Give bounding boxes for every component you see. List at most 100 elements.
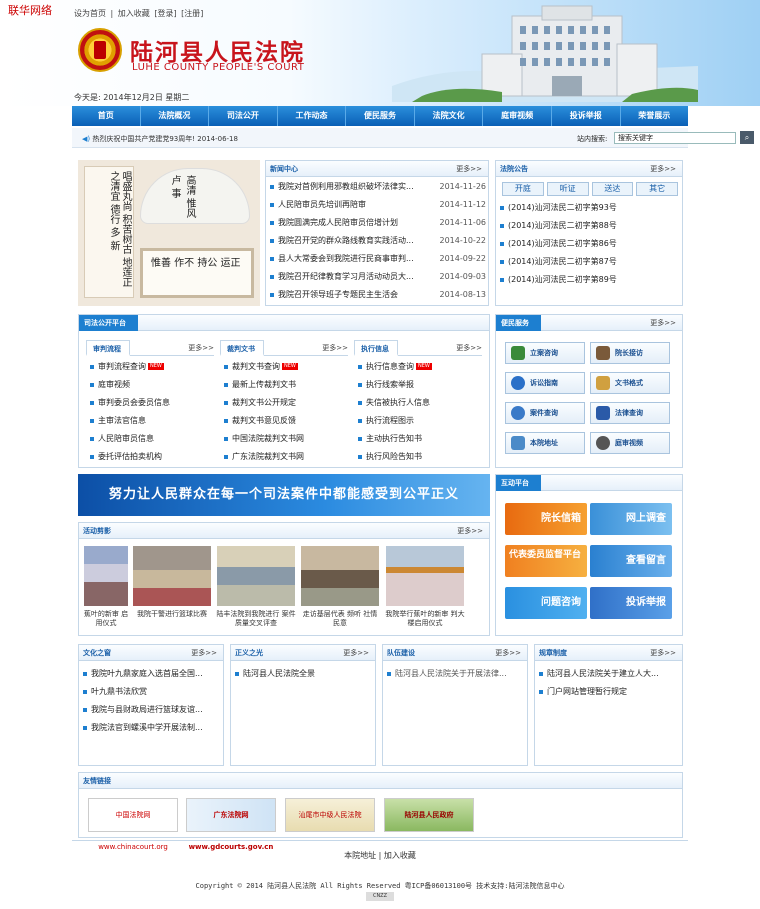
- nav-home[interactable]: 首页: [72, 106, 141, 126]
- set-homepage-link[interactable]: 设为首页: [74, 9, 106, 18]
- activity-caption[interactable]: 我院举行蕉叶的新审 判大楼启用仪式: [385, 610, 465, 628]
- list-item[interactable]: (2014)汕河法民二初字第93号: [496, 199, 682, 217]
- tab-service[interactable]: 送达: [591, 182, 634, 196]
- service-president-reception-button[interactable]: 院长接访: [590, 342, 670, 364]
- list-item[interactable]: 失信被执行人信息: [354, 394, 482, 412]
- question-consult-button[interactable]: 问题咨询: [505, 587, 587, 619]
- search-input[interactable]: 搜索关键字: [614, 132, 736, 144]
- login-link[interactable]: [登录]: [154, 9, 176, 18]
- service-doc-format-button[interactable]: 文书格式: [590, 372, 670, 394]
- activity-caption[interactable]: 走访基层代表 频听 社情民意: [300, 610, 380, 628]
- trial-process-title[interactable]: 审判流程: [86, 340, 130, 356]
- activities-more-link[interactable]: 更多>>: [457, 526, 483, 536]
- service-law-query-button[interactable]: 法律查询: [590, 402, 670, 424]
- search-button[interactable]: ⌕: [740, 131, 754, 144]
- list-item[interactable]: 我院与县财政局进行篮球友谊...: [79, 701, 223, 719]
- nav-judicial-openness[interactable]: 司法公开: [209, 106, 278, 126]
- friend-link-luhe-government[interactable]: 陆河县人民政府: [384, 798, 474, 832]
- notice-more-link[interactable]: 更多>>: [650, 164, 676, 174]
- list-item[interactable]: 执行信息查询 NEW: [354, 358, 482, 376]
- list-item[interactable]: 我院法官到螺溪中学开展法制...: [79, 719, 223, 737]
- justice-more-link[interactable]: 更多>>: [343, 648, 369, 658]
- activity-caption[interactable]: 我院干警进行篮球比赛: [132, 610, 212, 619]
- list-item[interactable]: 我院召开党的群众路线教育实践活动... 2014-10-22: [266, 232, 488, 250]
- complaint-report-button[interactable]: 投诉举报: [590, 587, 672, 619]
- list-item[interactable]: 陆河县人民法院全景: [231, 665, 375, 683]
- team-more-link[interactable]: 更多>>: [495, 648, 521, 658]
- list-item[interactable]: (2014)汕河法民二初字第89号: [496, 271, 682, 289]
- friend-link-shanwei-court[interactable]: 汕尾市中级人民法院: [285, 798, 375, 832]
- service-address-button[interactable]: 本院地址: [505, 432, 585, 454]
- list-item[interactable]: 审判流程查询 NEW: [86, 358, 214, 376]
- list-item[interactable]: 我院召开纪律教育学习月活动动员大... 2014-09-03: [266, 268, 488, 286]
- corner-logo[interactable]: 联华网络: [0, 0, 64, 22]
- online-survey-button[interactable]: 网上调查: [590, 503, 672, 535]
- list-item[interactable]: 广东法院裁判文书网: [220, 448, 348, 466]
- service-case-query-button[interactable]: 案件查询: [505, 402, 585, 424]
- news-more-link[interactable]: 更多>>: [456, 164, 482, 174]
- list-item[interactable]: 我院对首例利用邪教组织破坏法律实... 2014-11-26: [266, 178, 488, 196]
- list-item[interactable]: (2014)汕河法民二初字第88号: [496, 217, 682, 235]
- calligraphy-gallery[interactable]: 唱盛丸尚 积苦树古 地莲正 之清宜 德行 多 新 高清 惟风 卢 事 惟善 作不…: [78, 160, 260, 306]
- president-mailbox-button[interactable]: 院长信箱: [505, 503, 587, 535]
- service-trial-video-button[interactable]: 庭审视频: [590, 432, 670, 454]
- cnzz-badge[interactable]: CNZZ: [366, 892, 394, 901]
- list-item[interactable]: 我院叶九鼎家庭入选首届全国...: [79, 665, 223, 683]
- activity-photo[interactable]: [133, 546, 211, 606]
- add-favorite-link[interactable]: 加入收藏: [118, 9, 150, 18]
- friend-link-chinacourt[interactable]: 中国法院网 www.chinacourt.org: [88, 798, 178, 851]
- service-case-filing-button[interactable]: 立案咨询: [505, 342, 585, 364]
- tab-other[interactable]: 其它: [636, 182, 678, 196]
- list-item[interactable]: 执行风险告知书: [354, 448, 482, 466]
- culture-more-link[interactable]: 更多>>: [191, 648, 217, 658]
- list-item[interactable]: (2014)汕河法民二初字第86号: [496, 235, 682, 253]
- list-item[interactable]: 陆河县人民法院关于建立人大...: [535, 665, 682, 683]
- activity-photo[interactable]: [386, 546, 464, 606]
- nav-complaint[interactable]: 投诉举报: [552, 106, 621, 126]
- judgment-docs-more[interactable]: 更多>>: [322, 343, 348, 353]
- nav-convenience-service[interactable]: 便民服务: [346, 106, 415, 126]
- list-item[interactable]: 中国法院裁判文书网: [220, 430, 348, 448]
- nav-honors[interactable]: 荣誉展示: [621, 106, 689, 126]
- list-item[interactable]: 叶九鼎书法欣赏: [79, 683, 223, 701]
- rules-more-link[interactable]: 更多>>: [650, 648, 676, 658]
- nav-work-news[interactable]: 工作动态: [278, 106, 347, 126]
- footer-links[interactable]: 本院地址 | 加入收藏: [0, 850, 760, 861]
- representative-supervision-button[interactable]: 代表委员监督平台: [505, 545, 587, 577]
- nav-trial-video[interactable]: 庭审视频: [483, 106, 552, 126]
- activity-photo[interactable]: [301, 546, 379, 606]
- list-item[interactable]: 主审法官信息: [86, 412, 214, 430]
- list-item[interactable]: 门户网站管理暂行规定: [535, 683, 682, 701]
- list-item[interactable]: 执行流程图示: [354, 412, 482, 430]
- enforcement-info-more[interactable]: 更多>>: [456, 343, 482, 353]
- view-messages-button[interactable]: 查看留言: [590, 545, 672, 577]
- list-item[interactable]: 委托评估拍卖机构: [86, 448, 214, 466]
- list-item[interactable]: 我院召开领导班子专题民主生活会 2014-08-13: [266, 286, 488, 304]
- activity-photo[interactable]: [217, 546, 295, 606]
- list-item[interactable]: 陆河县人民法院关于开展法律...: [383, 665, 527, 683]
- service-litigation-guide-button[interactable]: 诉讼指南: [505, 372, 585, 394]
- list-item[interactable]: 主动执行告知书: [354, 430, 482, 448]
- activity-photo[interactable]: [84, 546, 128, 606]
- list-item[interactable]: (2014)汕河法民二初字第87号: [496, 253, 682, 271]
- trial-process-more[interactable]: 更多>>: [188, 343, 214, 353]
- service-more-link[interactable]: 更多>>: [650, 318, 676, 328]
- ticker-message[interactable]: ◀) 热烈庆祝中国共产党建党93周年! 2014-06-18: [82, 134, 238, 144]
- list-item[interactable]: 庭审视频: [86, 376, 214, 394]
- list-item[interactable]: 裁判文书查询 NEW: [220, 358, 348, 376]
- friend-link-gdcourts[interactable]: 广东法院网 www.gdcourts.gov.cn: [186, 798, 276, 851]
- list-item[interactable]: 执行线索举报: [354, 376, 482, 394]
- list-item[interactable]: 裁判文书意见反馈: [220, 412, 348, 430]
- list-item[interactable]: 最新上传裁判文书: [220, 376, 348, 394]
- enforcement-info-title[interactable]: 执行信息: [354, 340, 398, 356]
- activity-caption[interactable]: 蕉叶的新审 启用仪式: [82, 610, 130, 628]
- judgment-docs-title[interactable]: 裁判文书: [220, 340, 264, 356]
- list-item[interactable]: 裁判文书公开规定: [220, 394, 348, 412]
- activity-caption[interactable]: 陆丰法院到我院进行 案件质量交叉评查: [216, 610, 296, 628]
- tab-hearing[interactable]: 开庭: [502, 182, 544, 196]
- register-link[interactable]: [注册]: [181, 9, 203, 18]
- list-item[interactable]: 审判委员会委员信息: [86, 394, 214, 412]
- tab-testimony[interactable]: 听证: [546, 182, 589, 196]
- list-item[interactable]: 人民陪审员先培训再陪审 2014-11-12: [266, 196, 488, 214]
- list-item[interactable]: 我院圆满完成人民陪审员倍增计划 2014-11-06: [266, 214, 488, 232]
